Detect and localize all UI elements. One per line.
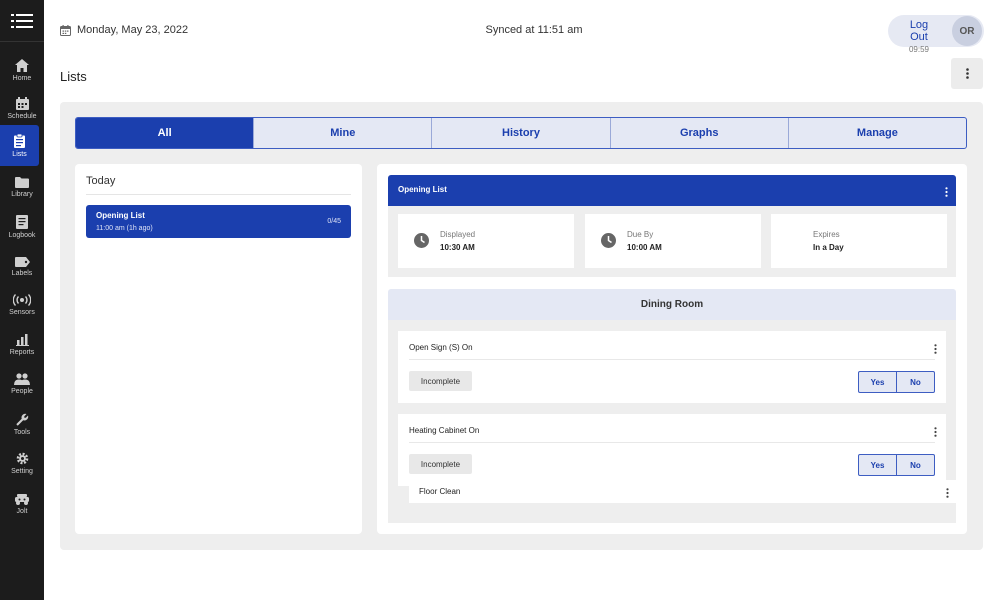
divider bbox=[86, 194, 351, 195]
yes-button[interactable]: Yes bbox=[859, 455, 897, 475]
sidebar-item-setting[interactable]: Setting bbox=[0, 444, 44, 482]
page-title: Lists bbox=[60, 69, 87, 84]
logout-label: Log Out bbox=[909, 19, 929, 43]
info-due-by: Due By 10:00 AM bbox=[585, 214, 761, 268]
info-expires: Expires In a Day bbox=[771, 214, 947, 268]
clock-icon bbox=[414, 233, 429, 248]
home-icon bbox=[15, 58, 29, 72]
tab-graphs[interactable]: Graphs bbox=[611, 118, 789, 148]
yes-no-toggle: Yes No bbox=[858, 454, 935, 476]
sidebar-item-label: Reports bbox=[9, 348, 35, 356]
list-item-name: Opening List bbox=[96, 211, 145, 220]
more-vertical-icon bbox=[934, 427, 937, 437]
no-button[interactable]: No bbox=[897, 455, 934, 475]
yes-button[interactable]: Yes bbox=[859, 372, 897, 392]
tab-manage[interactable]: Manage bbox=[789, 118, 966, 148]
sidebar-item-label: Schedule bbox=[7, 112, 37, 120]
lists-panel: Today Opening List 11:00 am (1h ago) 0/4… bbox=[75, 164, 362, 534]
sidebar-item-tools[interactable]: Tools bbox=[0, 404, 44, 444]
wrench-icon bbox=[16, 413, 28, 425]
info-displayed: Displayed 10:30 AM bbox=[398, 214, 574, 268]
folder-icon bbox=[15, 176, 29, 188]
sidebar-item-lists[interactable]: Lists bbox=[0, 125, 39, 166]
bar-chart-icon bbox=[15, 333, 29, 346]
tab-mine[interactable]: Mine bbox=[254, 118, 433, 148]
broadcast-icon bbox=[13, 294, 31, 306]
sidebar-item-schedule[interactable]: Schedule bbox=[0, 90, 44, 126]
info-label: Expires bbox=[813, 230, 840, 239]
task-options-button[interactable] bbox=[934, 341, 937, 359]
yes-no-toggle: Yes No bbox=[858, 371, 935, 393]
task-item: Heating Cabinet On Incomplete Yes No bbox=[398, 414, 946, 486]
people-icon bbox=[14, 373, 30, 385]
info-value: 10:30 AM bbox=[440, 243, 475, 252]
logout-button[interactable]: Log Out 09:59 OR bbox=[888, 15, 984, 54]
sidebar-item-people[interactable]: People bbox=[0, 364, 44, 404]
tab-bar: All Mine History Graphs Manage bbox=[75, 117, 967, 149]
status-badge: Incomplete bbox=[409, 371, 472, 391]
more-vertical-icon bbox=[946, 488, 949, 498]
info-value: 10:00 AM bbox=[627, 243, 662, 252]
task-name: Open Sign (S) On bbox=[409, 343, 473, 352]
sidebar-item-reports[interactable]: Reports bbox=[0, 325, 44, 363]
tab-history[interactable]: History bbox=[432, 118, 611, 148]
sidebar-item-label: Labels bbox=[11, 270, 33, 277]
sidebar-item-library[interactable]: Library bbox=[0, 168, 44, 206]
avatar[interactable]: OR bbox=[952, 16, 982, 46]
clock-icon bbox=[601, 233, 616, 248]
section-header[interactable]: Dining Room bbox=[388, 289, 956, 320]
info-label: Displayed bbox=[440, 230, 476, 239]
detail-options-button[interactable] bbox=[945, 184, 948, 202]
sidebar-item-label: Setting bbox=[11, 467, 33, 475]
more-vertical-icon bbox=[934, 344, 937, 354]
sidebar-item-label: Library bbox=[11, 190, 33, 198]
divider bbox=[409, 359, 935, 360]
page-options-button[interactable] bbox=[951, 58, 983, 89]
label-tag-icon bbox=[14, 257, 30, 267]
sidebar-item-label: Logbook bbox=[8, 232, 36, 239]
sidebar-item-jolt[interactable]: Jolt bbox=[0, 484, 44, 524]
divider bbox=[409, 442, 935, 443]
logbook-icon bbox=[16, 215, 28, 229]
status-badge: Incomplete bbox=[409, 454, 472, 474]
sidebar-item-label: Sensors bbox=[9, 309, 35, 316]
task-options-button[interactable] bbox=[946, 485, 949, 503]
list-item[interactable]: Opening List 11:00 am (1h ago) 0/45 bbox=[86, 205, 351, 238]
sidebar: Home Schedule Lists Library Logbook Labe… bbox=[0, 0, 44, 600]
sidebar-item-labels[interactable]: Labels bbox=[0, 248, 44, 286]
task-name: Floor Clean bbox=[419, 487, 461, 496]
detail-title: Opening List bbox=[398, 185, 447, 194]
task-item: Floor Clean bbox=[409, 480, 957, 503]
more-vertical-icon bbox=[965, 68, 969, 79]
no-button[interactable]: No bbox=[897, 372, 934, 392]
clipboard-icon bbox=[14, 133, 25, 148]
sidebar-item-label: Jolt bbox=[16, 507, 28, 515]
sidebar-item-label: Tools bbox=[13, 428, 31, 436]
day-heading: Today bbox=[86, 175, 116, 187]
tab-all[interactable]: All bbox=[76, 118, 255, 148]
calendar-icon bbox=[15, 96, 29, 110]
more-vertical-icon bbox=[945, 187, 948, 197]
sidebar-item-label: Home bbox=[12, 74, 32, 82]
info-value: In a Day bbox=[813, 243, 844, 252]
sidebar-item-label: People bbox=[11, 388, 33, 395]
list-item-time: 11:00 am (1h ago) bbox=[96, 225, 153, 232]
sidebar-item-sensors[interactable]: Sensors bbox=[0, 286, 44, 324]
detail-header: Opening List bbox=[388, 175, 956, 206]
task-options-button[interactable] bbox=[934, 424, 937, 442]
list-item-progress: 0/45 bbox=[327, 218, 341, 225]
jolt-robot-icon bbox=[15, 493, 29, 505]
session-timer: 09:59 bbox=[908, 45, 930, 54]
gear-icon bbox=[16, 452, 28, 464]
sidebar-item-logbook[interactable]: Logbook bbox=[0, 207, 44, 247]
sidebar-item-home[interactable]: Home bbox=[0, 52, 44, 88]
task-name: Heating Cabinet On bbox=[409, 426, 480, 435]
task-item: Open Sign (S) On Incomplete Yes No bbox=[398, 331, 946, 403]
sidebar-item-label: Lists bbox=[12, 150, 27, 158]
sync-status: Synced at 11:51 am bbox=[485, 24, 583, 36]
info-label: Due By bbox=[627, 230, 654, 239]
